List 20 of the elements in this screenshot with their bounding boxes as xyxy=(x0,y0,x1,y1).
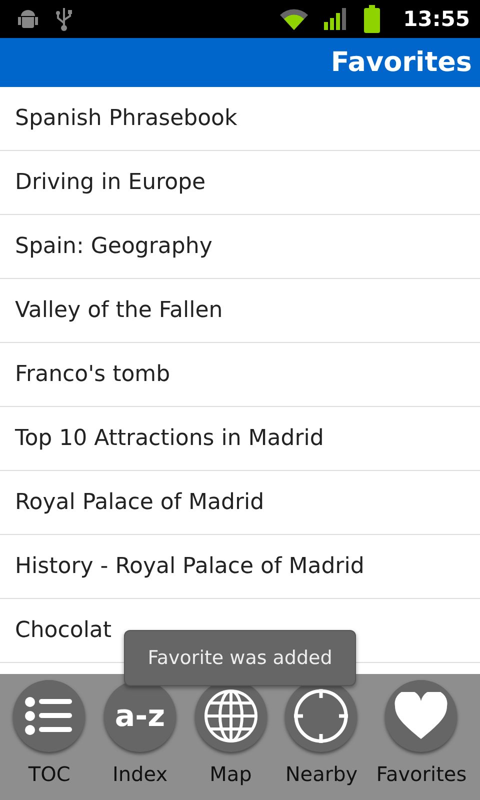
crosshair-icon xyxy=(292,687,350,745)
favorite-item[interactable]: Spain: Geography xyxy=(0,215,480,279)
globe-icon xyxy=(202,688,259,744)
favorite-item[interactable]: Driving in Europe xyxy=(0,151,480,215)
favorite-item[interactable]: Royal Palace of Madrid xyxy=(0,471,480,535)
toast: Favorite was added xyxy=(124,630,356,686)
heart-icon xyxy=(394,692,448,740)
usb-icon xyxy=(54,6,74,32)
favorite-item[interactable]: Valley of the Fallen xyxy=(0,279,480,343)
wifi-icon xyxy=(279,7,310,31)
favorite-item[interactable]: History - Royal Palace of Madrid xyxy=(0,535,480,599)
android-icon xyxy=(16,8,40,30)
favorite-item[interactable]: Franco's tomb xyxy=(0,343,480,407)
index-glyph: a-z xyxy=(114,698,166,734)
favorite-item[interactable]: Spanish Phrasebook xyxy=(0,87,480,151)
favorite-item[interactable]: Top 10 Attractions in Madrid xyxy=(0,407,480,471)
list-icon xyxy=(24,696,74,736)
clock: 13:55 xyxy=(403,7,470,31)
battery-icon xyxy=(363,5,382,33)
screen-title: Favorites xyxy=(330,47,472,78)
